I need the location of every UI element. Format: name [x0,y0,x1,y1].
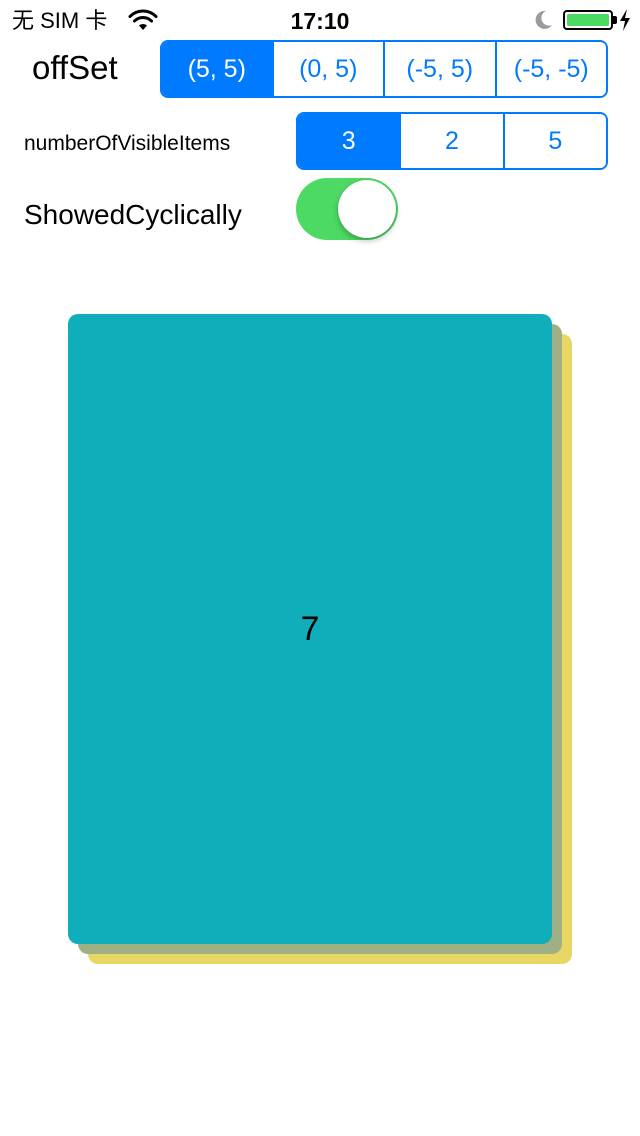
visible-items-option-5[interactable]: 5 [502,114,606,168]
visible-items-option-2[interactable]: 2 [399,114,503,168]
card-number: 7 [300,609,320,648]
offset-segmented-control[interactable]: (5, 5) (0, 5) (-5, 5) (-5, -5) [160,40,608,98]
visible-items-segmented-control[interactable]: 3 2 5 [296,112,608,170]
offset-label: offSet [32,49,118,86]
offset-option-neg5-5[interactable]: (-5, 5) [383,42,495,96]
card-front[interactable]: 7 [68,314,552,944]
cyclic-toggle[interactable] [296,178,398,240]
offset-option-neg5-neg5[interactable]: (-5, -5) [494,42,606,96]
moon-icon [535,10,552,29]
screen: 无 SIM 卡 17:10 offSet (5, 5) (0, 5) (-5, … [0,0,640,1136]
status-bar: 无 SIM 卡 17:10 [0,0,640,40]
toggle-knob[interactable] [338,180,396,238]
visible-items-option-3[interactable]: 3 [298,114,400,168]
battery-fill [567,14,609,26]
cyclic-label: ShowedCyclically [24,199,242,230]
battery-nub [613,16,617,24]
offset-option-5-5[interactable]: (5, 5) [162,42,272,96]
charging-bolt-icon [620,9,630,31]
battery-icon [563,10,613,30]
offset-option-0-5[interactable]: (0, 5) [271,42,383,96]
visible-items-label: numberOfVisibleItems [24,132,231,155]
